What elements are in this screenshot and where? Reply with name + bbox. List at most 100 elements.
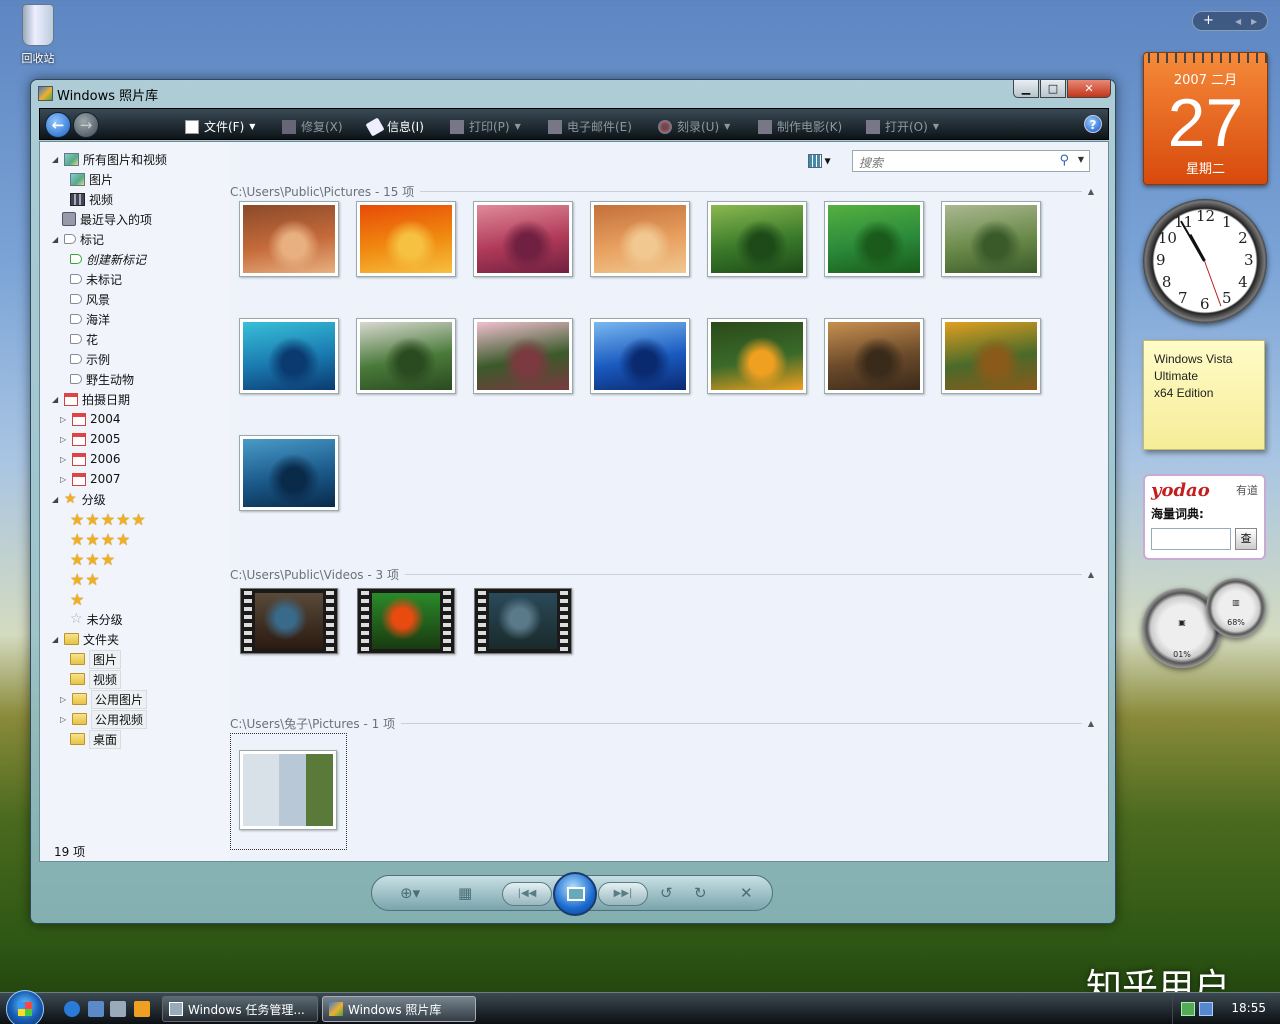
- tree-tag-flowers[interactable]: 花: [70, 329, 98, 349]
- thumbnail-picture[interactable]: [941, 201, 1041, 277]
- back-button[interactable]: ←: [45, 112, 71, 138]
- thumbnail-picture[interactable]: [824, 201, 924, 277]
- tree-rating-2[interactable]: ★★: [70, 569, 101, 589]
- tree-rating-1[interactable]: ★: [70, 589, 85, 609]
- grid-view-icon[interactable]: ▦: [458, 884, 472, 902]
- taskbar-task-manager[interactable]: Windows 任务管理...: [162, 996, 318, 1022]
- tree-folder-public-pictures[interactable]: ▷ 公用图片: [60, 689, 148, 709]
- tree-unrated[interactable]: ☆ 未分级: [70, 609, 123, 629]
- thumbnail-video[interactable]: [357, 588, 455, 654]
- start-button[interactable]: [6, 990, 44, 1024]
- thumbnail-video[interactable]: [474, 588, 572, 654]
- title-bar[interactable]: Windows 照片库 ▁ □ ✕: [31, 80, 1115, 108]
- tree-year-2006[interactable]: ▷ 2006: [60, 449, 121, 469]
- volume-icon[interactable]: [1199, 1002, 1213, 1016]
- tree-tag-landscape[interactable]: 风景: [70, 289, 110, 309]
- thumbnail-picture[interactable]: [239, 201, 339, 277]
- tree-tag-wildlife[interactable]: 野生动物: [70, 369, 134, 389]
- tree-pictures[interactable]: 图片: [70, 169, 113, 189]
- burn-menu[interactable]: 刻录(U) ▼: [658, 118, 730, 135]
- thumbnail-picture[interactable]: [239, 318, 339, 394]
- tree-folder-videos[interactable]: 视频: [70, 669, 122, 689]
- thumbnail-picture[interactable]: [239, 435, 339, 511]
- clock-gadget[interactable]: 12 1 2 3 4 5 6 7 8 9 10 11: [1143, 199, 1267, 323]
- sidebar-controls[interactable]: + ◀ ▶: [1192, 11, 1268, 31]
- tree-videos[interactable]: 视频: [70, 189, 113, 209]
- rotate-right-icon[interactable]: ↻: [694, 884, 707, 902]
- taskbar-photo-gallery[interactable]: Windows 照片库: [322, 996, 476, 1022]
- thumbnail-picture[interactable]: [824, 318, 924, 394]
- maximize-button[interactable]: □: [1040, 80, 1066, 98]
- tree-tag-ocean[interactable]: 海洋: [70, 309, 110, 329]
- tree-folder-desktop[interactable]: 桌面: [70, 729, 122, 749]
- thumbnail-picture[interactable]: [941, 318, 1041, 394]
- group-header-public-pictures[interactable]: C:\Users\Public\Pictures - 15 项 ▲: [230, 184, 1094, 199]
- memory-meter-gadget[interactable]: ▥ 68%: [1206, 578, 1266, 638]
- thumbnail-picture[interactable]: [356, 201, 456, 277]
- search-dropdown-icon[interactable]: ▼: [1078, 155, 1084, 164]
- media-player-icon[interactable]: [134, 1001, 150, 1017]
- thumbnail-picture[interactable]: [707, 318, 807, 394]
- group-header-public-videos[interactable]: C:\Users\Public\Videos - 3 项 ▲: [230, 567, 1094, 582]
- group-header-user-pictures[interactable]: C:\Users\兔子\Pictures - 1 项 ▲: [230, 716, 1094, 731]
- help-button[interactable]: ?: [1084, 115, 1102, 133]
- rotate-left-icon[interactable]: ↺: [660, 884, 673, 902]
- file-menu[interactable]: 文件(F) ▼: [185, 118, 255, 135]
- zoom-icon[interactable]: ⊕▾: [400, 884, 420, 902]
- tree-year-2007[interactable]: ▷ 2007: [60, 469, 121, 489]
- tree-rating[interactable]: ◢ ★ 分级: [52, 489, 106, 509]
- collapse-icon[interactable]: ▲: [1088, 719, 1094, 728]
- tree-date-taken[interactable]: ◢ 拍摄日期: [52, 389, 130, 409]
- thumbnail-picture[interactable]: [590, 201, 690, 277]
- collapse-icon[interactable]: ▲: [1088, 570, 1094, 579]
- tree-recent-imports[interactable]: 最近导入的项: [62, 209, 152, 229]
- next-button[interactable]: ▶▶|: [598, 882, 648, 906]
- tree-folder-pictures[interactable]: 图片: [70, 649, 122, 669]
- slideshow-button[interactable]: [553, 872, 597, 916]
- tree-year-2005[interactable]: ▷ 2005: [60, 429, 121, 449]
- previous-button[interactable]: |◀◀: [502, 882, 552, 906]
- tree-create-tag[interactable]: 创建新标记: [70, 249, 146, 269]
- fix-button[interactable]: 修复(X): [282, 118, 343, 135]
- thumbnail-picture[interactable]: [473, 318, 573, 394]
- notes-gadget[interactable]: Windows Vista Ultimate x64 Edition: [1143, 340, 1265, 450]
- show-desktop-icon[interactable]: [88, 1001, 104, 1017]
- search-input[interactable]: 搜索 ⚲ ▼: [852, 150, 1090, 172]
- open-menu[interactable]: 打开(O) ▼: [866, 118, 939, 135]
- tree-rating-4[interactable]: ★★★★: [70, 529, 131, 549]
- minimize-button[interactable]: ▁: [1013, 80, 1039, 98]
- calendar-gadget[interactable]: 2007 二月 27 星期二: [1143, 52, 1268, 185]
- tree-year-2004[interactable]: ▷ 2004: [60, 409, 121, 429]
- tree-rating-5[interactable]: ★★★★★: [70, 509, 147, 529]
- search-icon[interactable]: ⚲: [1059, 153, 1069, 168]
- tree-tags[interactable]: ◢ 标记: [52, 229, 104, 249]
- email-button[interactable]: 电子邮件(E): [548, 118, 632, 135]
- forward-button[interactable]: →: [73, 112, 99, 138]
- close-button[interactable]: ✕: [1067, 80, 1111, 98]
- thumbnail-screenshot[interactable]: [239, 750, 337, 830]
- thumbnail-picture[interactable]: [590, 318, 690, 394]
- prev-icon[interactable]: ◀: [1235, 17, 1241, 26]
- switch-windows-icon[interactable]: [110, 1001, 126, 1017]
- tree-tag-sample[interactable]: 示例: [70, 349, 110, 369]
- next-icon[interactable]: ▶: [1251, 17, 1257, 26]
- make-movie-button[interactable]: 制作电影(K): [758, 118, 842, 135]
- tree-rating-3[interactable]: ★★★: [70, 549, 116, 569]
- tree-all-pictures-videos[interactable]: ◢ 所有图片和视频: [52, 149, 167, 169]
- dictionary-lookup-button[interactable]: 查: [1235, 528, 1257, 550]
- internet-explorer-icon[interactable]: [64, 1001, 80, 1017]
- delete-icon[interactable]: ✕: [740, 884, 753, 902]
- thumbnail-picture[interactable]: [473, 201, 573, 277]
- dictionary-input[interactable]: [1151, 528, 1231, 550]
- collapse-icon[interactable]: ▲: [1088, 187, 1094, 196]
- add-gadget-icon[interactable]: +: [1203, 13, 1214, 28]
- thumbnail-video[interactable]: [240, 588, 338, 654]
- tree-folder-public-videos[interactable]: ▷ 公用视频: [60, 709, 148, 729]
- recycle-bin[interactable]: 回收站: [12, 4, 64, 66]
- thumbnail-picture[interactable]: [356, 318, 456, 394]
- tree-folders[interactable]: ◢ 文件夹: [52, 629, 119, 649]
- tree-untagged[interactable]: 未标记: [70, 269, 122, 289]
- network-icon[interactable]: [1181, 1002, 1195, 1016]
- info-button[interactable]: 信息(I): [365, 116, 424, 137]
- print-menu[interactable]: 打印(P) ▼: [450, 118, 521, 135]
